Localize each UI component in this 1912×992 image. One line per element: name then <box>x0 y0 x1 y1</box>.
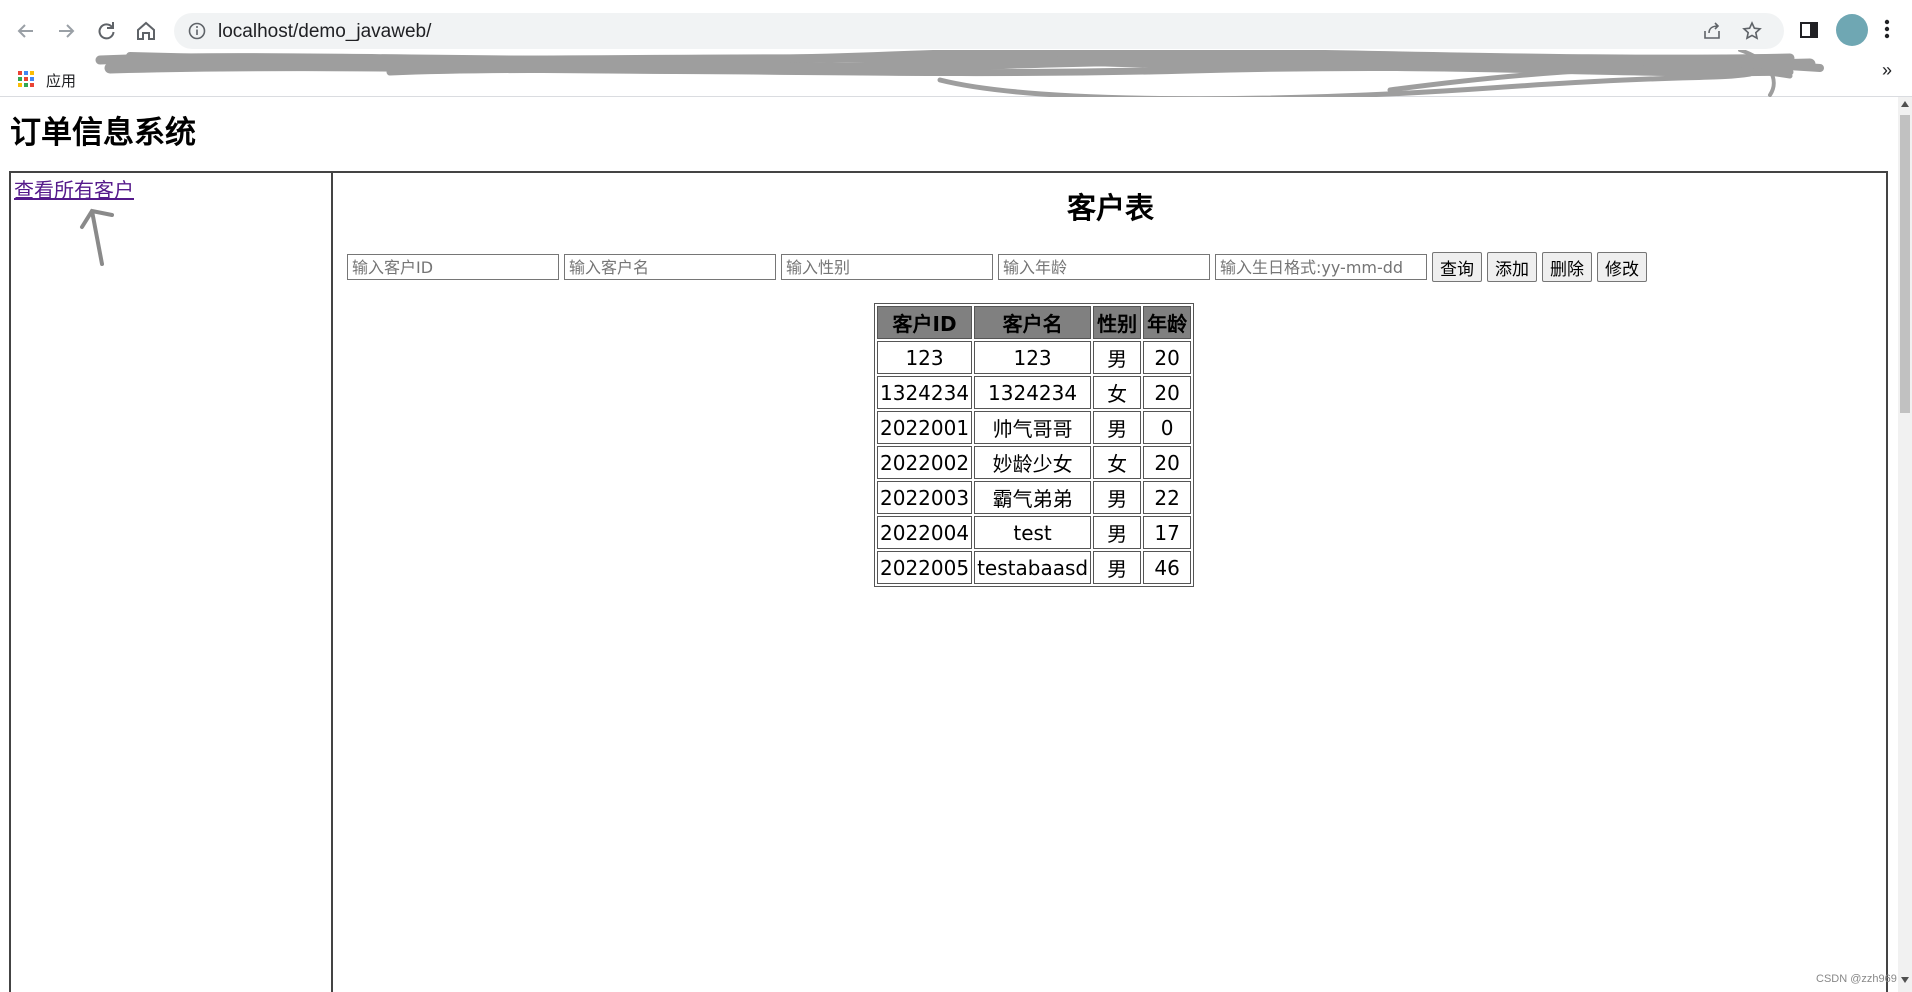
page-title: 订单信息系统 <box>10 115 196 151</box>
apps-bookmark[interactable]: 应用 <box>46 70 76 91</box>
table-row: 2022005 testabaasd 男 46 <box>877 551 1192 584</box>
cell-customer-name: 123 <box>974 341 1092 374</box>
watermark: CSDN @zzh969 <box>1816 973 1897 985</box>
cell-customer-name: 妙龄少女 <box>974 446 1092 479</box>
cell-age: 17 <box>1143 516 1192 549</box>
back-button[interactable] <box>9 14 43 48</box>
cell-customer-id: 1324234 <box>877 376 973 409</box>
customer-table: 客户ID 客户名 性别 年龄 123 123 男 20 1324234 1324… <box>874 303 1195 587</box>
scroll-down-icon[interactable] <box>1901 977 1909 983</box>
scrollbar-thumb[interactable] <box>1900 115 1910 413</box>
url-text[interactable]: localhost/demo_javaweb/ <box>218 21 431 43</box>
header-customer-name: 客户名 <box>974 306 1092 339</box>
menu-icon[interactable] <box>1884 18 1890 40</box>
back-icon <box>17 24 33 38</box>
add-button[interactable]: 添加 <box>1487 252 1537 282</box>
cell-customer-id: 2022001 <box>877 411 973 444</box>
cell-customer-id: 2022003 <box>877 481 973 514</box>
cell-customer-name: testabaasd <box>974 551 1092 584</box>
cell-age: 22 <box>1143 481 1192 514</box>
customer-id-input[interactable] <box>347 254 559 280</box>
main-frame: 客户表 查询 添加 删除 修改 客户ID 客户名 性别 年龄 <box>333 171 1888 992</box>
left-frame: 查看所有客户 <box>9 171 333 992</box>
cell-age: 20 <box>1143 341 1192 374</box>
table-title: 客户表 <box>1066 191 1154 225</box>
table-row: 123 123 男 20 <box>877 341 1192 374</box>
cell-gender: 女 <box>1093 376 1142 409</box>
query-button[interactable]: 查询 <box>1432 252 1482 282</box>
gender-input[interactable] <box>781 254 993 280</box>
delete-button[interactable]: 删除 <box>1542 252 1592 282</box>
cell-age: 20 <box>1143 446 1192 479</box>
side-panel-icon[interactable] <box>1799 20 1819 40</box>
table-header-row: 客户ID 客户名 性别 年龄 <box>877 306 1192 339</box>
page-viewport: 订单信息系统 查看所有客户 客户表 查询 添加 删除 修改 客户ID 客 <box>0 97 1898 992</box>
apps-icon[interactable] <box>18 71 34 87</box>
cell-customer-id: 2022002 <box>877 446 973 479</box>
annotation-arrow-icon <box>80 208 114 266</box>
forward-button[interactable] <box>49 14 83 48</box>
cell-gender: 男 <box>1093 481 1142 514</box>
home-button[interactable] <box>129 14 163 48</box>
birthday-input[interactable] <box>1215 254 1427 280</box>
cell-customer-name: test <box>974 516 1092 549</box>
cell-customer-id: 2022005 <box>877 551 973 584</box>
profile-icon[interactable] <box>1836 14 1868 46</box>
star-icon[interactable] <box>1742 21 1762 41</box>
cell-gender: 男 <box>1093 551 1142 584</box>
customer-name-input[interactable] <box>564 254 776 280</box>
more-bookmarks-button[interactable]: » <box>1882 60 1892 81</box>
cell-age: 0 <box>1143 411 1192 444</box>
header-customer-id: 客户ID <box>877 306 973 339</box>
view-all-customers-link[interactable]: 查看所有客户 <box>14 174 134 203</box>
cell-gender: 女 <box>1093 446 1142 479</box>
share-icon[interactable] <box>1702 21 1722 41</box>
table-row: 2022003 霸气弟弟 男 22 <box>877 481 1192 514</box>
address-bar[interactable]: localhost/demo_javaweb/ <box>174 13 1784 49</box>
reload-button[interactable] <box>89 14 123 48</box>
cell-customer-name: 霸气弟弟 <box>974 481 1092 514</box>
table-row: 2022004 test 男 17 <box>877 516 1192 549</box>
cell-gender: 男 <box>1093 411 1142 444</box>
search-controls: 查询 添加 删除 修改 <box>347 252 1647 282</box>
age-input[interactable] <box>998 254 1210 280</box>
cell-gender: 男 <box>1093 516 1142 549</box>
table-row: 1324234 1324234 女 20 <box>877 376 1192 409</box>
header-gender: 性别 <box>1093 306 1142 339</box>
forward-icon <box>59 24 75 38</box>
scroll-up-icon[interactable] <box>1901 101 1909 107</box>
table-row: 2022002 妙龄少女 女 20 <box>877 446 1192 479</box>
home-icon <box>137 21 155 40</box>
modify-button[interactable]: 修改 <box>1597 252 1647 282</box>
cell-customer-id: 2022004 <box>877 516 973 549</box>
cell-customer-id: 123 <box>877 341 973 374</box>
cell-customer-name: 1324234 <box>974 376 1092 409</box>
page-scrollbar[interactable] <box>1898 97 1912 992</box>
table-row: 2022001 帅气哥哥 男 0 <box>877 411 1192 444</box>
info-icon[interactable] <box>188 22 206 40</box>
cell-gender: 男 <box>1093 341 1142 374</box>
cell-age: 20 <box>1143 376 1192 409</box>
reload-icon <box>98 22 115 40</box>
cell-age: 46 <box>1143 551 1192 584</box>
cell-customer-name: 帅气哥哥 <box>974 411 1092 444</box>
header-age: 年龄 <box>1143 306 1192 339</box>
